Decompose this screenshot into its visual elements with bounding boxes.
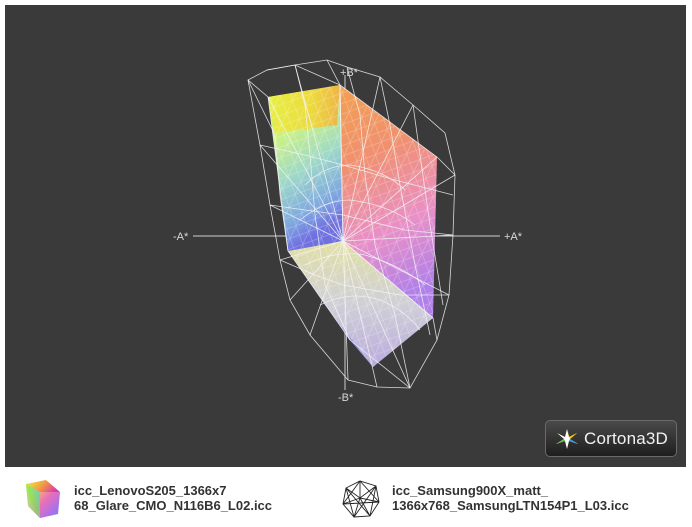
wireframe-gamut-icon — [342, 480, 380, 518]
axis-label-minus-a: -A* — [173, 231, 189, 243]
legend-label-lenovo: icc_LenovoS205_1366x7 68_Glare_CMO_N116B… — [74, 483, 272, 513]
cortona3d-logo[interactable]: Cortona3D — [545, 420, 677, 457]
legend-item-lenovo: icc_LenovoS205_1366x7 68_Glare_CMO_N116B… — [22, 478, 322, 520]
logo-text: Cortona3D — [584, 429, 669, 448]
axis-label-minus-b: -B* — [338, 392, 354, 404]
legend-label-lenovo-line1: icc_LenovoS205_1366x7 — [74, 483, 227, 498]
colored-gamut-solid — [268, 85, 437, 367]
legend-label-samsung-line2: 1366x768_SamsungLTN154P1_L03.icc — [392, 498, 629, 513]
cortona-star-icon — [556, 429, 578, 449]
3d-gamut-viewer[interactable]: +B* -A* +A* -B* Cortona3D — [5, 5, 686, 467]
legend-item-samsung: icc_Samsung900X_matt_ 1366x768_SamsungLT… — [340, 478, 680, 520]
legend-label-lenovo-line2: 68_Glare_CMO_N116B6_L02.icc — [74, 498, 273, 513]
legend-label-samsung: icc_Samsung900X_matt_ 1366x768_SamsungLT… — [392, 483, 629, 513]
axis-label-plus-b: +B* — [340, 67, 359, 79]
axis-label-plus-a: +A* — [504, 231, 523, 243]
legend-label-samsung-line1: icc_Samsung900X_matt_ — [392, 483, 549, 498]
colored-gamut-solid-icon — [26, 480, 60, 518]
legend: icc_LenovoS205_1366x7 68_Glare_CMO_N116B… — [0, 467, 692, 527]
